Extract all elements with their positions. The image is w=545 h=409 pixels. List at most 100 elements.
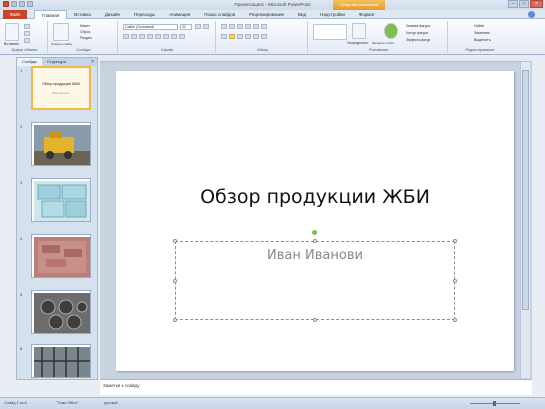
resize-handle[interactable] bbox=[453, 318, 457, 322]
slide-subtitle[interactable]: Иван Иванови bbox=[176, 248, 454, 263]
thumb-image-pipes bbox=[34, 293, 90, 333]
close-icon[interactable]: × bbox=[530, 0, 543, 8]
resize-handle[interactable] bbox=[313, 239, 317, 243]
replace-button[interactable]: Заменить bbox=[474, 31, 490, 35]
resize-handle[interactable] bbox=[173, 318, 177, 322]
group-clipboard-label: Буфер обмена bbox=[11, 48, 38, 52]
language-indicator[interactable]: русский bbox=[104, 401, 118, 405]
resize-handle[interactable] bbox=[453, 279, 457, 283]
subtitle-placeholder[interactable]: Иван Иванови bbox=[173, 239, 457, 322]
thumb-number: 3 bbox=[20, 180, 23, 185]
align-center-icon[interactable] bbox=[229, 34, 235, 39]
rotation-handle[interactable] bbox=[312, 230, 317, 235]
tab-format[interactable]: Формат bbox=[352, 10, 382, 19]
tab-animation[interactable]: Анимация bbox=[162, 10, 197, 19]
strikethrough-icon[interactable] bbox=[147, 34, 153, 39]
resize-handle[interactable] bbox=[313, 318, 317, 322]
layout-button[interactable]: Макет bbox=[80, 24, 90, 28]
new-slide-label: Создать слайд bbox=[51, 42, 72, 46]
justify-icon[interactable] bbox=[245, 34, 251, 39]
resize-handle[interactable] bbox=[453, 239, 457, 243]
align-text-icon[interactable] bbox=[261, 34, 267, 39]
slide-thumbnail-5[interactable] bbox=[31, 290, 91, 334]
slide-title[interactable]: Обзор продукции ЖБИ bbox=[116, 186, 514, 208]
group-drawing-label: Рисование bbox=[368, 48, 389, 52]
notes-placeholder: Заметки к слайду bbox=[103, 383, 140, 388]
decrease-indent-icon[interactable] bbox=[237, 24, 243, 29]
underline-icon[interactable] bbox=[139, 34, 145, 39]
slide-thumbnail-2[interactable] bbox=[31, 122, 91, 166]
numbering-icon[interactable] bbox=[229, 24, 235, 29]
section-button[interactable]: Раздел bbox=[80, 36, 92, 40]
columns-icon[interactable] bbox=[253, 34, 259, 39]
scrollbar-thumb[interactable] bbox=[522, 70, 529, 310]
grow-font-icon[interactable] bbox=[195, 24, 201, 29]
cut-icon[interactable] bbox=[24, 24, 30, 29]
slide-counter: Слайд 1 из 6 bbox=[4, 401, 27, 405]
align-left-icon[interactable] bbox=[221, 34, 227, 39]
thumb-number: 2 bbox=[20, 124, 23, 129]
maximize-icon[interactable]: □ bbox=[519, 0, 529, 8]
new-slide-button[interactable] bbox=[53, 23, 69, 41]
pane-close-icon[interactable]: × bbox=[91, 59, 94, 65]
tab-outline[interactable]: Структура bbox=[42, 58, 71, 66]
font-size-select[interactable]: 32 bbox=[180, 24, 192, 30]
tab-review[interactable]: Рецензирование bbox=[242, 10, 291, 19]
bullets-icon[interactable] bbox=[221, 24, 227, 29]
slide-thumbnail-4[interactable] bbox=[31, 234, 91, 278]
quick-styles-button[interactable] bbox=[384, 23, 398, 39]
shrink-font-icon[interactable] bbox=[203, 24, 209, 29]
text-direction-icon[interactable] bbox=[261, 24, 267, 29]
slide-thumbnail-6[interactable] bbox=[31, 344, 91, 378]
tab-home[interactable]: Главная bbox=[34, 10, 68, 19]
arrange-button[interactable] bbox=[352, 23, 366, 39]
font-name-select[interactable]: Calibri (Основной bbox=[123, 24, 178, 30]
shape-outline-button[interactable]: Контур фигуры bbox=[406, 31, 428, 35]
zoom-slider-knob[interactable] bbox=[493, 401, 496, 406]
line-spacing-icon[interactable] bbox=[253, 24, 259, 29]
help-icon[interactable] bbox=[528, 11, 535, 18]
italic-icon[interactable] bbox=[131, 34, 137, 39]
reset-button[interactable]: Сброс bbox=[80, 30, 90, 34]
thumb-image-truck bbox=[34, 125, 90, 165]
thumb-number: 6 bbox=[20, 346, 23, 351]
tab-file[interactable]: Файл bbox=[3, 10, 27, 19]
tab-transitions[interactable]: Переходы bbox=[127, 10, 162, 19]
tab-slideshow[interactable]: Показ слайдов bbox=[197, 10, 242, 19]
contextual-tab-drawing-tools[interactable]: Средства рисования bbox=[333, 0, 385, 10]
spacing-icon[interactable] bbox=[163, 34, 169, 39]
tab-view[interactable]: Вид bbox=[291, 10, 313, 19]
thumb-number: 1 bbox=[20, 68, 23, 73]
tab-insert[interactable]: Вставка bbox=[67, 10, 98, 19]
shape-fill-button[interactable]: Заливка фигуры bbox=[406, 24, 430, 28]
notes-pane[interactable]: Заметки к слайду bbox=[100, 379, 532, 395]
slide-canvas[interactable]: Обзор продукции ЖБИ Иван Иванови bbox=[116, 71, 514, 371]
increase-indent-icon[interactable] bbox=[245, 24, 251, 29]
resize-handle[interactable] bbox=[173, 279, 177, 283]
format-painter-icon[interactable] bbox=[24, 38, 30, 43]
paste-label: Вставить bbox=[4, 42, 20, 46]
tab-addins[interactable]: Надстройки bbox=[313, 10, 352, 19]
find-button[interactable]: Найти bbox=[474, 24, 484, 28]
shapes-gallery[interactable] bbox=[313, 24, 347, 40]
shape-effects-button[interactable]: Эффекты фигур bbox=[406, 38, 430, 42]
resize-handle[interactable] bbox=[173, 239, 177, 243]
shadow-icon[interactable] bbox=[155, 34, 161, 39]
slide-thumbnail-3[interactable] bbox=[31, 178, 91, 222]
group-clipboard: Вставить Буфер обмена bbox=[2, 21, 48, 53]
case-icon[interactable] bbox=[171, 34, 177, 39]
bold-icon[interactable] bbox=[123, 34, 129, 39]
copy-icon[interactable] bbox=[24, 31, 30, 36]
thumb-number: 5 bbox=[20, 292, 23, 297]
group-slides: Создать слайд Макет Сброс Раздел Слайды bbox=[50, 21, 118, 53]
thumb-title: Обзор продукции ЖБИ bbox=[41, 82, 81, 86]
align-right-icon[interactable] bbox=[237, 34, 243, 39]
vertical-scrollbar[interactable] bbox=[520, 62, 530, 378]
tab-design[interactable]: Дизайн bbox=[98, 10, 127, 19]
tab-slides[interactable]: Слайды bbox=[17, 58, 42, 66]
select-button[interactable]: Выделить bbox=[474, 38, 491, 42]
slide-thumbnail-1[interactable]: Обзор продукции ЖБИ Иван Иванович bbox=[31, 66, 91, 110]
font-color-icon[interactable] bbox=[179, 34, 185, 39]
minimize-icon[interactable]: – bbox=[508, 0, 518, 8]
paste-button[interactable] bbox=[5, 23, 19, 41]
